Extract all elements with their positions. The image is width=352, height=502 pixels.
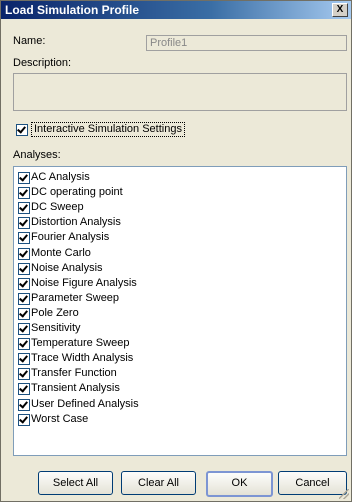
checkbox-icon[interactable] xyxy=(16,124,28,136)
checkbox-icon[interactable] xyxy=(18,323,30,335)
analysis-label: Transfer Function xyxy=(31,367,117,380)
checkbox-icon[interactable] xyxy=(18,232,30,245)
resize-grip-icon[interactable] xyxy=(339,489,349,499)
checkbox-icon[interactable] xyxy=(18,368,30,381)
analysis-label: Sensitivity xyxy=(31,322,81,334)
analysis-label: Fourier Analysis xyxy=(31,231,110,244)
analysis-label: Transient Analysis xyxy=(31,382,120,395)
clear-all-button[interactable]: Clear All xyxy=(121,471,196,495)
analyses-list[interactable]: AC Analysis DC operating point DC Sweep Dis… xyxy=(13,166,347,456)
cancel-button[interactable]: Cancel xyxy=(278,471,347,495)
checkbox-icon[interactable] xyxy=(18,338,30,351)
analysis-label: Parameter Sweep xyxy=(31,291,120,304)
analysis-label: Worst Case xyxy=(31,412,89,425)
checkbox-icon[interactable] xyxy=(18,247,30,260)
checkbox-icon[interactable] xyxy=(18,187,30,200)
analysis-label: AC Analysis xyxy=(31,171,90,183)
checkbox-icon[interactable] xyxy=(18,277,30,290)
checkbox-icon[interactable] xyxy=(18,202,30,215)
analysis-label: Trace Width Analysis xyxy=(31,352,134,365)
checkbox-icon[interactable] xyxy=(18,172,30,184)
analysis-label: Monte Carlo xyxy=(31,246,91,259)
analyses-label: Analyses: xyxy=(13,149,61,161)
analysis-label: DC operating point xyxy=(31,186,123,199)
analysis-label: Temperature Sweep xyxy=(31,337,130,350)
ok-button[interactable]: OK xyxy=(206,471,273,497)
checkbox-icon[interactable] xyxy=(18,292,30,305)
description-field[interactable] xyxy=(13,73,347,111)
close-icon[interactable]: X xyxy=(332,3,348,17)
description-label: Description: xyxy=(13,57,72,69)
analysis-label: Noise Figure Analysis xyxy=(31,276,137,289)
title-bar[interactable]: Load Simulation Profile X xyxy=(1,1,351,19)
analysis-label: Noise Analysis xyxy=(31,261,103,274)
analysis-label: Distortion Analysis xyxy=(31,216,121,229)
dialog-title: Load Simulation Profile xyxy=(5,3,140,17)
checkbox-icon[interactable] xyxy=(18,217,30,230)
checkbox-icon[interactable] xyxy=(18,307,30,320)
checkbox-icon[interactable] xyxy=(18,398,30,411)
analysis-label: DC Sweep xyxy=(31,201,84,214)
name-label: Name: xyxy=(13,35,46,47)
checkbox-icon[interactable] xyxy=(18,413,30,426)
load-simulation-profile-dialog: Load Simulation Profile X Name: Profile1… xyxy=(0,0,352,502)
checkbox-icon[interactable] xyxy=(18,353,30,366)
interactive-simulation-settings-label: Interactive Simulation Settings xyxy=(31,122,185,137)
select-all-button[interactable]: Select All xyxy=(38,471,113,495)
checkbox-icon[interactable] xyxy=(18,383,30,396)
checkbox-icon[interactable] xyxy=(18,262,30,275)
analysis-label: Pole Zero xyxy=(31,306,79,319)
name-field[interactable]: Profile1 xyxy=(146,35,347,51)
analysis-label: User Defined Analysis xyxy=(31,397,139,410)
